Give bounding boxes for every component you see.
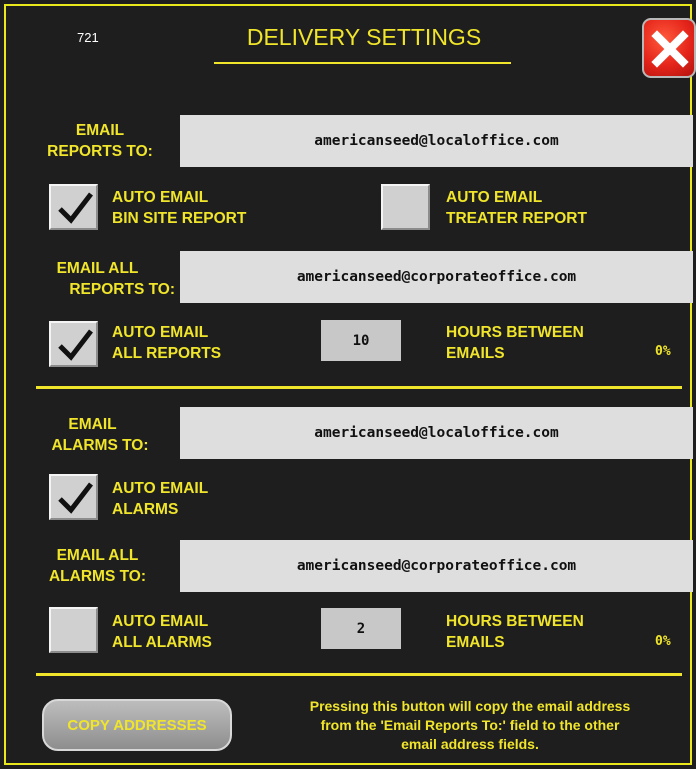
close-button[interactable] (642, 18, 696, 78)
screen-number: 721 (77, 30, 99, 45)
email-reports-to-label: EMAIL REPORTS TO: (20, 120, 180, 162)
report-hours-between-input[interactable]: 10 (321, 320, 401, 361)
alarm-hours-between-line2: EMAILS (446, 634, 505, 651)
email-all-alarms-to-line2: ALARMS TO: (48, 568, 146, 585)
alarm-percent: 0% (655, 634, 671, 649)
auto-email-all-reports-line1: AUTO EMAIL (112, 324, 209, 341)
auto-email-all-alarms-label: AUTO EMAIL ALL ALARMS (112, 611, 212, 653)
footer-divider (36, 673, 682, 676)
close-x-icon (651, 30, 689, 68)
email-alarms-to-label: EMAIL ALARMS TO: (20, 414, 180, 456)
alarm-hours-between-label: HOURS BETWEEN EMAILS (446, 611, 584, 653)
auto-email-all-alarms-checkbox[interactable] (49, 607, 98, 653)
email-all-reports-to-line2: REPORTS TO: (69, 281, 175, 298)
auto-email-bin-site-checkbox[interactable] (49, 184, 98, 230)
auto-email-treater-checkbox[interactable] (381, 184, 430, 230)
email-reports-to-label-line2: REPORTS TO: (47, 143, 153, 160)
copy-note-line1: Pressing this button will copy the email… (309, 698, 631, 714)
email-alarms-to-field[interactable]: americanseed@localoffice.com (180, 407, 693, 459)
copy-note-line3: email address fields. (401, 736, 539, 752)
checkmark-icon (58, 482, 93, 514)
email-all-reports-to-line1: EMAIL ALL (56, 260, 139, 277)
email-all-reports-to-label: EMAIL ALL REPORTS TO: (20, 258, 175, 300)
email-all-reports-to-field[interactable]: americanseed@corporateoffice.com (180, 251, 693, 303)
email-alarms-to-line1: EMAIL (68, 416, 117, 433)
auto-email-all-reports-checkbox[interactable] (49, 321, 98, 367)
email-all-alarms-to-field[interactable]: americanseed@corporateoffice.com (180, 540, 693, 592)
report-hours-between-label: HOURS BETWEEN EMAILS (446, 322, 584, 364)
report-percent: 0% (655, 344, 671, 359)
auto-email-alarms-line2: ALARMS (112, 501, 179, 518)
auto-email-treater-label: AUTO EMAIL TREATER REPORT (446, 187, 587, 229)
copy-note-line2: from the 'Email Reports To:' field to th… (320, 717, 620, 733)
report-hours-between-line1: HOURS BETWEEN (446, 324, 584, 341)
auto-email-treater-line2: TREATER REPORT (446, 210, 587, 227)
section-divider (36, 386, 682, 389)
auto-email-treater-line1: AUTO EMAIL (446, 189, 543, 206)
email-alarms-to-line2: ALARMS TO: (51, 437, 149, 454)
auto-email-alarms-label: AUTO EMAIL ALARMS (112, 478, 208, 520)
alarm-hours-between-line1: HOURS BETWEEN (446, 613, 584, 630)
auto-email-all-reports-label: AUTO EMAIL ALL REPORTS (112, 322, 221, 364)
auto-email-all-alarms-line2: ALL ALARMS (112, 634, 212, 651)
email-reports-to-field[interactable]: americanseed@localoffice.com (180, 115, 693, 167)
email-all-alarms-to-line1: EMAIL ALL (56, 547, 139, 564)
checkmark-icon (58, 192, 93, 224)
copy-addresses-note: Pressing this button will copy the email… (250, 697, 690, 754)
auto-email-alarms-line1: AUTO EMAIL (112, 480, 209, 497)
copy-addresses-button[interactable]: COPY ADDRESSES (42, 699, 232, 751)
checkmark-icon (58, 329, 93, 361)
auto-email-all-alarms-line1: AUTO EMAIL (112, 613, 209, 630)
auto-email-bin-site-line1: AUTO EMAIL (112, 189, 209, 206)
auto-email-all-reports-line2: ALL REPORTS (112, 345, 222, 362)
auto-email-bin-site-label: AUTO EMAIL BIN SITE REPORT (112, 187, 246, 229)
auto-email-alarms-checkbox[interactable] (49, 474, 98, 520)
page-title: DELIVERY SETTINGS (246, 24, 482, 50)
auto-email-bin-site-line2: BIN SITE REPORT (112, 210, 247, 227)
email-all-alarms-to-label: EMAIL ALL ALARMS TO: (20, 545, 175, 587)
alarm-hours-between-input[interactable]: 2 (321, 608, 401, 649)
title-underline (214, 62, 511, 64)
email-reports-to-label-line1: EMAIL (75, 122, 125, 139)
report-hours-between-line2: EMAILS (446, 345, 505, 362)
delivery-settings-screen: 721 DELIVERY SETTINGS EMAIL REPORTS TO: … (0, 0, 696, 769)
